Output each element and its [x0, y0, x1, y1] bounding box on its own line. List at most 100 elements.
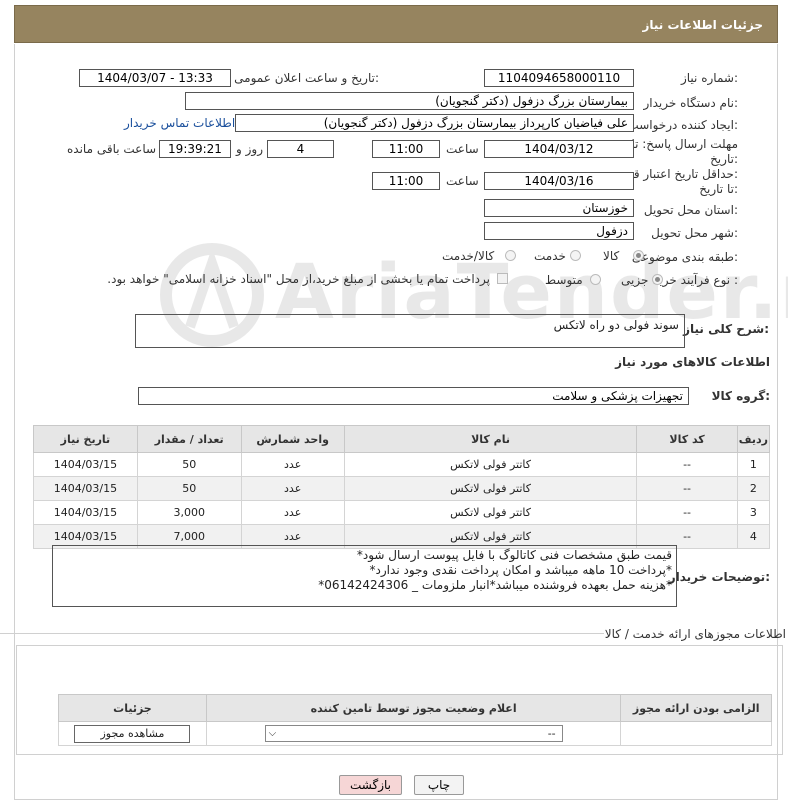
price-validity-date-field: 1404/03/16	[484, 172, 634, 190]
price-validity-label-line2: تا تاریخ:	[699, 182, 738, 196]
buyer-contact-link[interactable]: اطلاعات تماس خریدار	[124, 116, 235, 130]
province-field: خوزستان	[484, 199, 634, 217]
chevron-down-icon: ⌵	[268, 728, 277, 739]
goods-section-title: اطلاعات کالاهای مورد نیاز	[615, 355, 770, 369]
goods-table-header: ردیف کد کالا نام کالا واحد شمارش تعداد /…	[33, 425, 771, 453]
permits-section-title: اطلاعات مجوزهای ارائه خدمت / کالا	[604, 627, 786, 641]
category-option-goods-service: کالا/خدمت	[442, 249, 495, 263]
buyer-org-label: نام دستگاه خریدار:	[643, 96, 739, 110]
table-row: -- ⌵ مشاهده مجوز	[58, 721, 772, 746]
cell-code: --	[636, 500, 738, 525]
cell-name: کاتتر فولی لاتکس	[343, 500, 638, 525]
province-label: استان محل تحویل:	[643, 203, 738, 217]
cell-permit-required	[620, 721, 772, 746]
col-permit-status: اعلام وضعیت مجوز توسط تامین کننده	[205, 694, 622, 722]
category-option-service: خدمت	[534, 249, 566, 263]
reply-deadline-label: مهلت ارسال پاسخ: تا	[631, 137, 738, 151]
cell-code: --	[636, 476, 738, 501]
requester-label: ایجاد کننده درخواست:	[627, 118, 738, 132]
category-radio-goods-service[interactable]	[505, 250, 516, 261]
col-name: نام کالا	[343, 425, 638, 453]
cell-row: 1	[736, 452, 771, 477]
cell-name: کاتتر فولی لاتکس	[343, 476, 638, 501]
table-row: 3 -- کاتتر فولی لاتکس عدد 3,000 1404/03/…	[33, 500, 771, 525]
process-radio-minor[interactable]	[652, 274, 663, 285]
time-remaining-label: ساعت باقی مانده	[67, 142, 157, 156]
cell-row: 3	[736, 500, 771, 525]
buyer-note-line: *هزینه حمل بعهده فروشنده میباشد*انبار مل…	[318, 578, 672, 592]
cell-permit-details: مشاهده مجوز	[58, 721, 207, 746]
cell-unit: عدد	[240, 500, 345, 525]
permit-status-value: --	[547, 727, 556, 740]
process-option-medium: متوسط	[545, 273, 583, 287]
reply-time-field: 11:00	[372, 140, 440, 158]
treasury-payment-checkbox[interactable]	[497, 273, 508, 284]
buyer-notes-label: توضیحات خریدار:	[668, 570, 770, 584]
table-row: 2 -- کاتتر فولی لاتکس عدد 50 1404/03/15	[33, 476, 771, 501]
goods-group-field: تجهیزات پزشکی و سلامت	[138, 387, 689, 405]
category-radio-goods[interactable]	[633, 250, 644, 261]
city-field: دزفول	[484, 222, 634, 240]
category-label: طبقه بندی موضوعی:	[631, 250, 738, 264]
summary-label: شرح کلی نیاز:	[683, 322, 769, 336]
cell-qty: 3,000	[136, 500, 242, 525]
table-row: 1 -- کاتتر فولی لاتکس عدد 50 1404/03/15	[33, 452, 771, 477]
price-validity-time-label: ساعت	[446, 174, 479, 188]
cell-date: 1404/03/15	[33, 452, 138, 477]
permit-status-select[interactable]: -- ⌵	[264, 725, 563, 742]
cell-row: 2	[736, 476, 771, 501]
reply-deadline-date-field: 1404/03/12	[484, 140, 634, 158]
days-remaining-field: 4	[267, 140, 334, 158]
buyer-note-line: *پرداخت 10 ماهه میباشد و امکان پرداخت نق…	[369, 563, 672, 577]
page-header: جزئیات اطلاعات نیاز	[14, 5, 778, 43]
col-qty: تعداد / مقدار	[136, 425, 242, 453]
back-button[interactable]: بازگشت	[339, 775, 402, 795]
price-validity-time-field: 11:00	[372, 172, 440, 190]
permits-table: الزامی بودن ارائه مجوز اعلام وضعیت مجوز …	[58, 694, 772, 746]
cell-date: 1404/03/15	[33, 500, 138, 525]
col-code: کد کالا	[636, 425, 738, 453]
goods-table: ردیف کد کالا نام کالا واحد شمارش تعداد /…	[33, 425, 771, 549]
cell-unit: عدد	[240, 476, 345, 501]
cell-permit-status: -- ⌵	[205, 721, 622, 746]
announce-date-label: تاریخ و ساعت اعلان عمومی:	[234, 71, 379, 85]
buyer-org-field: بیمارستان بزرگ دزفول (دکتر گنجویان)	[185, 92, 634, 110]
city-label: شهر محل تحویل:	[651, 226, 738, 240]
cell-date: 1404/03/15	[33, 476, 138, 501]
page-title: جزئیات اطلاعات نیاز	[642, 18, 763, 32]
cell-row: 4	[736, 524, 771, 549]
category-option-goods: کالا	[603, 249, 620, 263]
print-button[interactable]: چاپ	[414, 775, 464, 795]
cell-unit: عدد	[240, 452, 345, 477]
cell-name: کاتتر فولی لاتکس	[343, 452, 638, 477]
col-row: ردیف	[736, 425, 771, 453]
permits-table-header: الزامی بودن ارائه مجوز اعلام وضعیت مجوز …	[58, 694, 772, 722]
reply-time-label: ساعت	[446, 142, 479, 156]
permits-divider	[0, 633, 604, 634]
need-number-field: 1104094658000110	[484, 69, 634, 87]
summary-text: سوند فولی دو راه لاتکس	[553, 318, 679, 332]
view-permit-button[interactable]: مشاهده مجوز	[74, 724, 191, 743]
buyer-note-line: قیمت طبق مشخصات فنی کاتالوگ با فایل پیوس…	[356, 548, 672, 562]
col-permit-required: الزامی بودن ارائه مجوز	[620, 694, 772, 722]
cell-code: --	[636, 452, 738, 477]
treasury-payment-note: پرداخت تمام یا بخشی از مبلغ خرید،از محل …	[107, 272, 490, 286]
requester-field: علی فیاضیان کارپرداز بیمارستان بزرگ دزفو…	[235, 114, 634, 132]
col-unit: واحد شمارش	[240, 425, 345, 453]
cell-qty: 50	[136, 452, 242, 477]
reply-deadline-label-line2: تاریخ:	[710, 152, 738, 166]
purchase-process-label: نوع فرآیند خرید :	[653, 273, 738, 287]
cell-qty: 50	[136, 476, 242, 501]
process-option-minor: جزیی	[621, 273, 649, 287]
days-label: روز و	[236, 142, 263, 156]
process-radio-medium[interactable]	[590, 274, 601, 285]
goods-group-label: گروه کالا:	[711, 389, 770, 403]
time-remaining-field: 19:39:21	[159, 140, 231, 158]
col-date: تاریخ نیاز	[33, 425, 138, 453]
buyer-notes-textarea: قیمت طبق مشخصات فنی کاتالوگ با فایل پیوس…	[52, 545, 677, 607]
category-radio-service[interactable]	[570, 250, 581, 261]
announce-date-field: 1404/03/07 - 13:33	[79, 69, 231, 87]
need-number-label: شماره نیاز:	[680, 71, 738, 85]
summary-textarea: سوند فولی دو راه لاتکس	[135, 314, 685, 348]
col-permit-details: جزئیات	[58, 694, 207, 722]
